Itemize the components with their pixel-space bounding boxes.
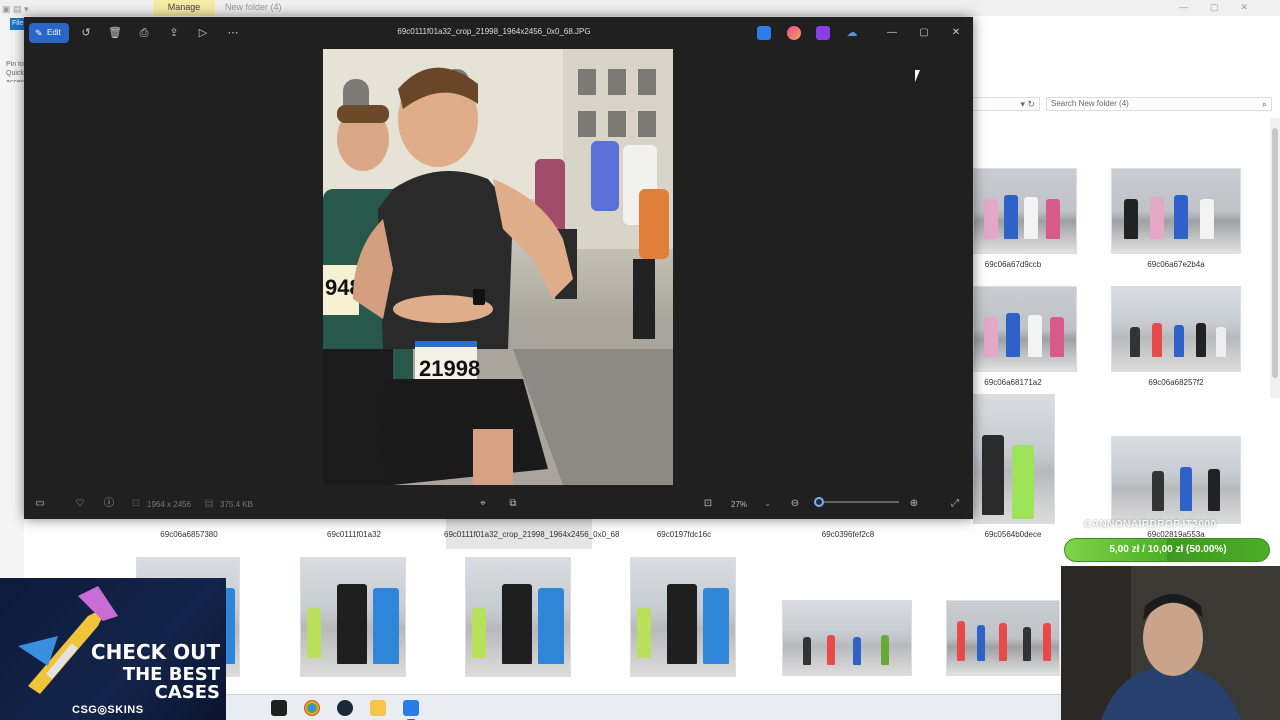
steam-taskbar-icon[interactable] — [337, 700, 353, 716]
ad-brand-logo: CSG◎SKINS — [72, 704, 144, 716]
app-icon-video[interactable] — [816, 26, 830, 40]
search-input[interactable]: Search New folder (4) ⌕ — [1046, 97, 1272, 111]
thumbnail-image[interactable] — [973, 394, 1055, 524]
file-title: 69c0111f01a32_crop_21998_1964x2456_0x0_6… — [397, 27, 591, 36]
thumbnail-image[interactable] — [300, 557, 406, 677]
search-icon[interactable]: ⌕ — [1262, 98, 1267, 110]
explorer-window-controls[interactable]: —▢✕ — [1179, 2, 1270, 13]
ad-headline-1: CHECK OUT — [90, 640, 220, 664]
zoom-level[interactable]: 27% — [731, 500, 747, 509]
photos-taskbar-icon[interactable] — [403, 700, 419, 720]
more-options-icon[interactable]: ⋯ — [225, 25, 241, 41]
print-icon[interactable]: ⎙ — [136, 25, 152, 41]
thumbnail-label[interactable]: 69c06a68257f2 — [1101, 378, 1251, 388]
photos-viewer-window: ✎ Edit ↺ 🗑 ⎙ ⇪ ▷ ⋯ 69c0111f01a32_crop_21… — [24, 17, 973, 519]
rotate-icon[interactable]: ↺ — [78, 25, 94, 41]
scrollbar-thumb[interactable] — [1272, 128, 1278, 378]
edit-label: Edit — [47, 28, 61, 37]
image-dimensions: 1964 x 2456 — [147, 500, 192, 509]
filesize-icon: ▤ — [204, 498, 214, 509]
share-icon[interactable]: ⇪ — [166, 25, 182, 41]
csgo-skins-ad[interactable]: CHECK OUT THE BEST CASES CSG◎SKINS — [0, 578, 226, 720]
thumbnail-image[interactable] — [946, 600, 1060, 676]
slideshow-icon[interactable]: ▷ — [195, 25, 211, 41]
bib-number-text: 21998 — [419, 356, 480, 381]
ad-headline-3: CASES — [154, 682, 220, 703]
thumbnail-image[interactable] — [465, 557, 571, 677]
close-icon[interactable]: ✕ — [948, 25, 964, 41]
thumbnail-image[interactable] — [1111, 168, 1241, 254]
minimize-icon[interactable]: — — [884, 25, 900, 41]
chevron-down-icon[interactable]: ⌄ — [764, 499, 771, 508]
thumbnail-label[interactable]: 69c06a67e2b4a — [1101, 260, 1251, 270]
thumbnail-image[interactable] — [630, 557, 736, 677]
desktop: ▣ ▤ ▾ Manage New folder (4) —▢✕ File Pin… — [0, 0, 1280, 720]
thumbnail-image[interactable] — [1111, 286, 1241, 372]
thumbnail-label[interactable]: 69c0111f01a32_crop_21998_1964x2456_0x0_6… — [444, 530, 619, 540]
app-icon-clipchamp[interactable] — [787, 26, 801, 40]
explorer-scrollbar[interactable] — [1270, 118, 1280, 398]
maximize-icon[interactable]: ▢ — [916, 25, 932, 41]
info-icon[interactable]: ⓘ — [101, 496, 117, 512]
file-explorer-taskbar-icon[interactable] — [370, 700, 386, 716]
explorer-titlebar: ▣ ▤ ▾ Manage New folder (4) —▢✕ — [0, 0, 1280, 16]
chrome-taskbar-icon[interactable] — [304, 700, 320, 716]
quick-access-toolbar-icons[interactable]: ▣ ▤ ▾ — [2, 4, 29, 15]
mouse-cursor — [915, 70, 925, 82]
resolution-icon: ⊡ — [131, 498, 141, 509]
manage-tab[interactable]: Manage — [153, 0, 215, 16]
visual-search-icon[interactable]: ⌖ — [475, 496, 491, 512]
taskbar — [226, 694, 1061, 720]
explorer-title: New folder (4) — [225, 2, 282, 12]
webcam-person — [1061, 566, 1280, 720]
zoom-slider[interactable] — [814, 497, 899, 507]
edit-button[interactable]: ✎ Edit — [29, 23, 69, 43]
zoom-out-icon[interactable]: ⊖ — [787, 496, 803, 512]
main-photo[interactable]: 948 21998 — [323, 49, 673, 485]
fullscreen-icon[interactable]: ⤢ — [947, 496, 963, 512]
zoom-in-icon[interactable]: ⊕ — [906, 496, 922, 512]
photo-illustration: 948 21998 — [323, 49, 673, 485]
webcam-feed — [1061, 566, 1280, 720]
donation-watermark: CANNONAIRDROP.IT2000 — [1084, 519, 1217, 530]
filmstrip-icon[interactable]: ▭ — [32, 496, 48, 512]
cloud-off-icon[interactable]: ☁ — [844, 25, 860, 41]
thumbnail-label[interactable]: 69c0111f01a32 — [279, 530, 429, 540]
search-placeholder: Search New folder (4) — [1051, 99, 1129, 108]
zoom-slider-knob[interactable] — [814, 497, 824, 507]
thumbnail-image[interactable] — [1111, 436, 1241, 524]
app-icon-designer[interactable] — [757, 26, 771, 40]
delete-icon[interactable]: 🗑 — [107, 25, 123, 41]
favorite-heart-icon[interactable]: ♡ — [72, 496, 88, 512]
thumbnail-image[interactable] — [782, 600, 912, 676]
terminal-taskbar-icon[interactable] — [271, 700, 287, 716]
thumbnail-label[interactable]: 69c06a6857380 — [114, 530, 264, 540]
donation-progress-bar: 5,00 zł / 10,00 zł (50.00%) — [1064, 538, 1270, 562]
thumbnail-image[interactable] — [973, 168, 1077, 254]
thumbnail-image[interactable] — [973, 286, 1077, 372]
fit-to-window-icon[interactable]: ⊡ — [700, 496, 716, 512]
pin-quick-access-button[interactable]: Pin to Quick access — [6, 60, 26, 82]
adjust-icon[interactable]: ⧉ — [505, 496, 521, 512]
viewer-toolbar: ✎ Edit ↺ 🗑 ⎙ ⇪ ▷ ⋯ 69c0111f01a32_crop_21… — [24, 17, 973, 49]
file-ribbon-tab[interactable]: File — [10, 18, 24, 30]
donation-progress-text: 5,00 zł / 10,00 zł (50.00%) — [1109, 544, 1227, 555]
thumbnail-label[interactable]: 69c0197fdc16c — [609, 530, 759, 540]
viewer-bottom-bar: ▭ ♡ ⓘ ⊡ 1964 x 2456 ▤ 375.4 KB ⌖ ⧉ ⊡ 27%… — [24, 489, 973, 519]
thumbnail-label[interactable]: 69c0396fef2c8 — [773, 530, 923, 540]
address-bar[interactable]: ▾ ↻ — [972, 97, 1040, 111]
file-size: 375.4 KB — [220, 500, 253, 509]
edit-icon: ✎ — [35, 28, 43, 38]
